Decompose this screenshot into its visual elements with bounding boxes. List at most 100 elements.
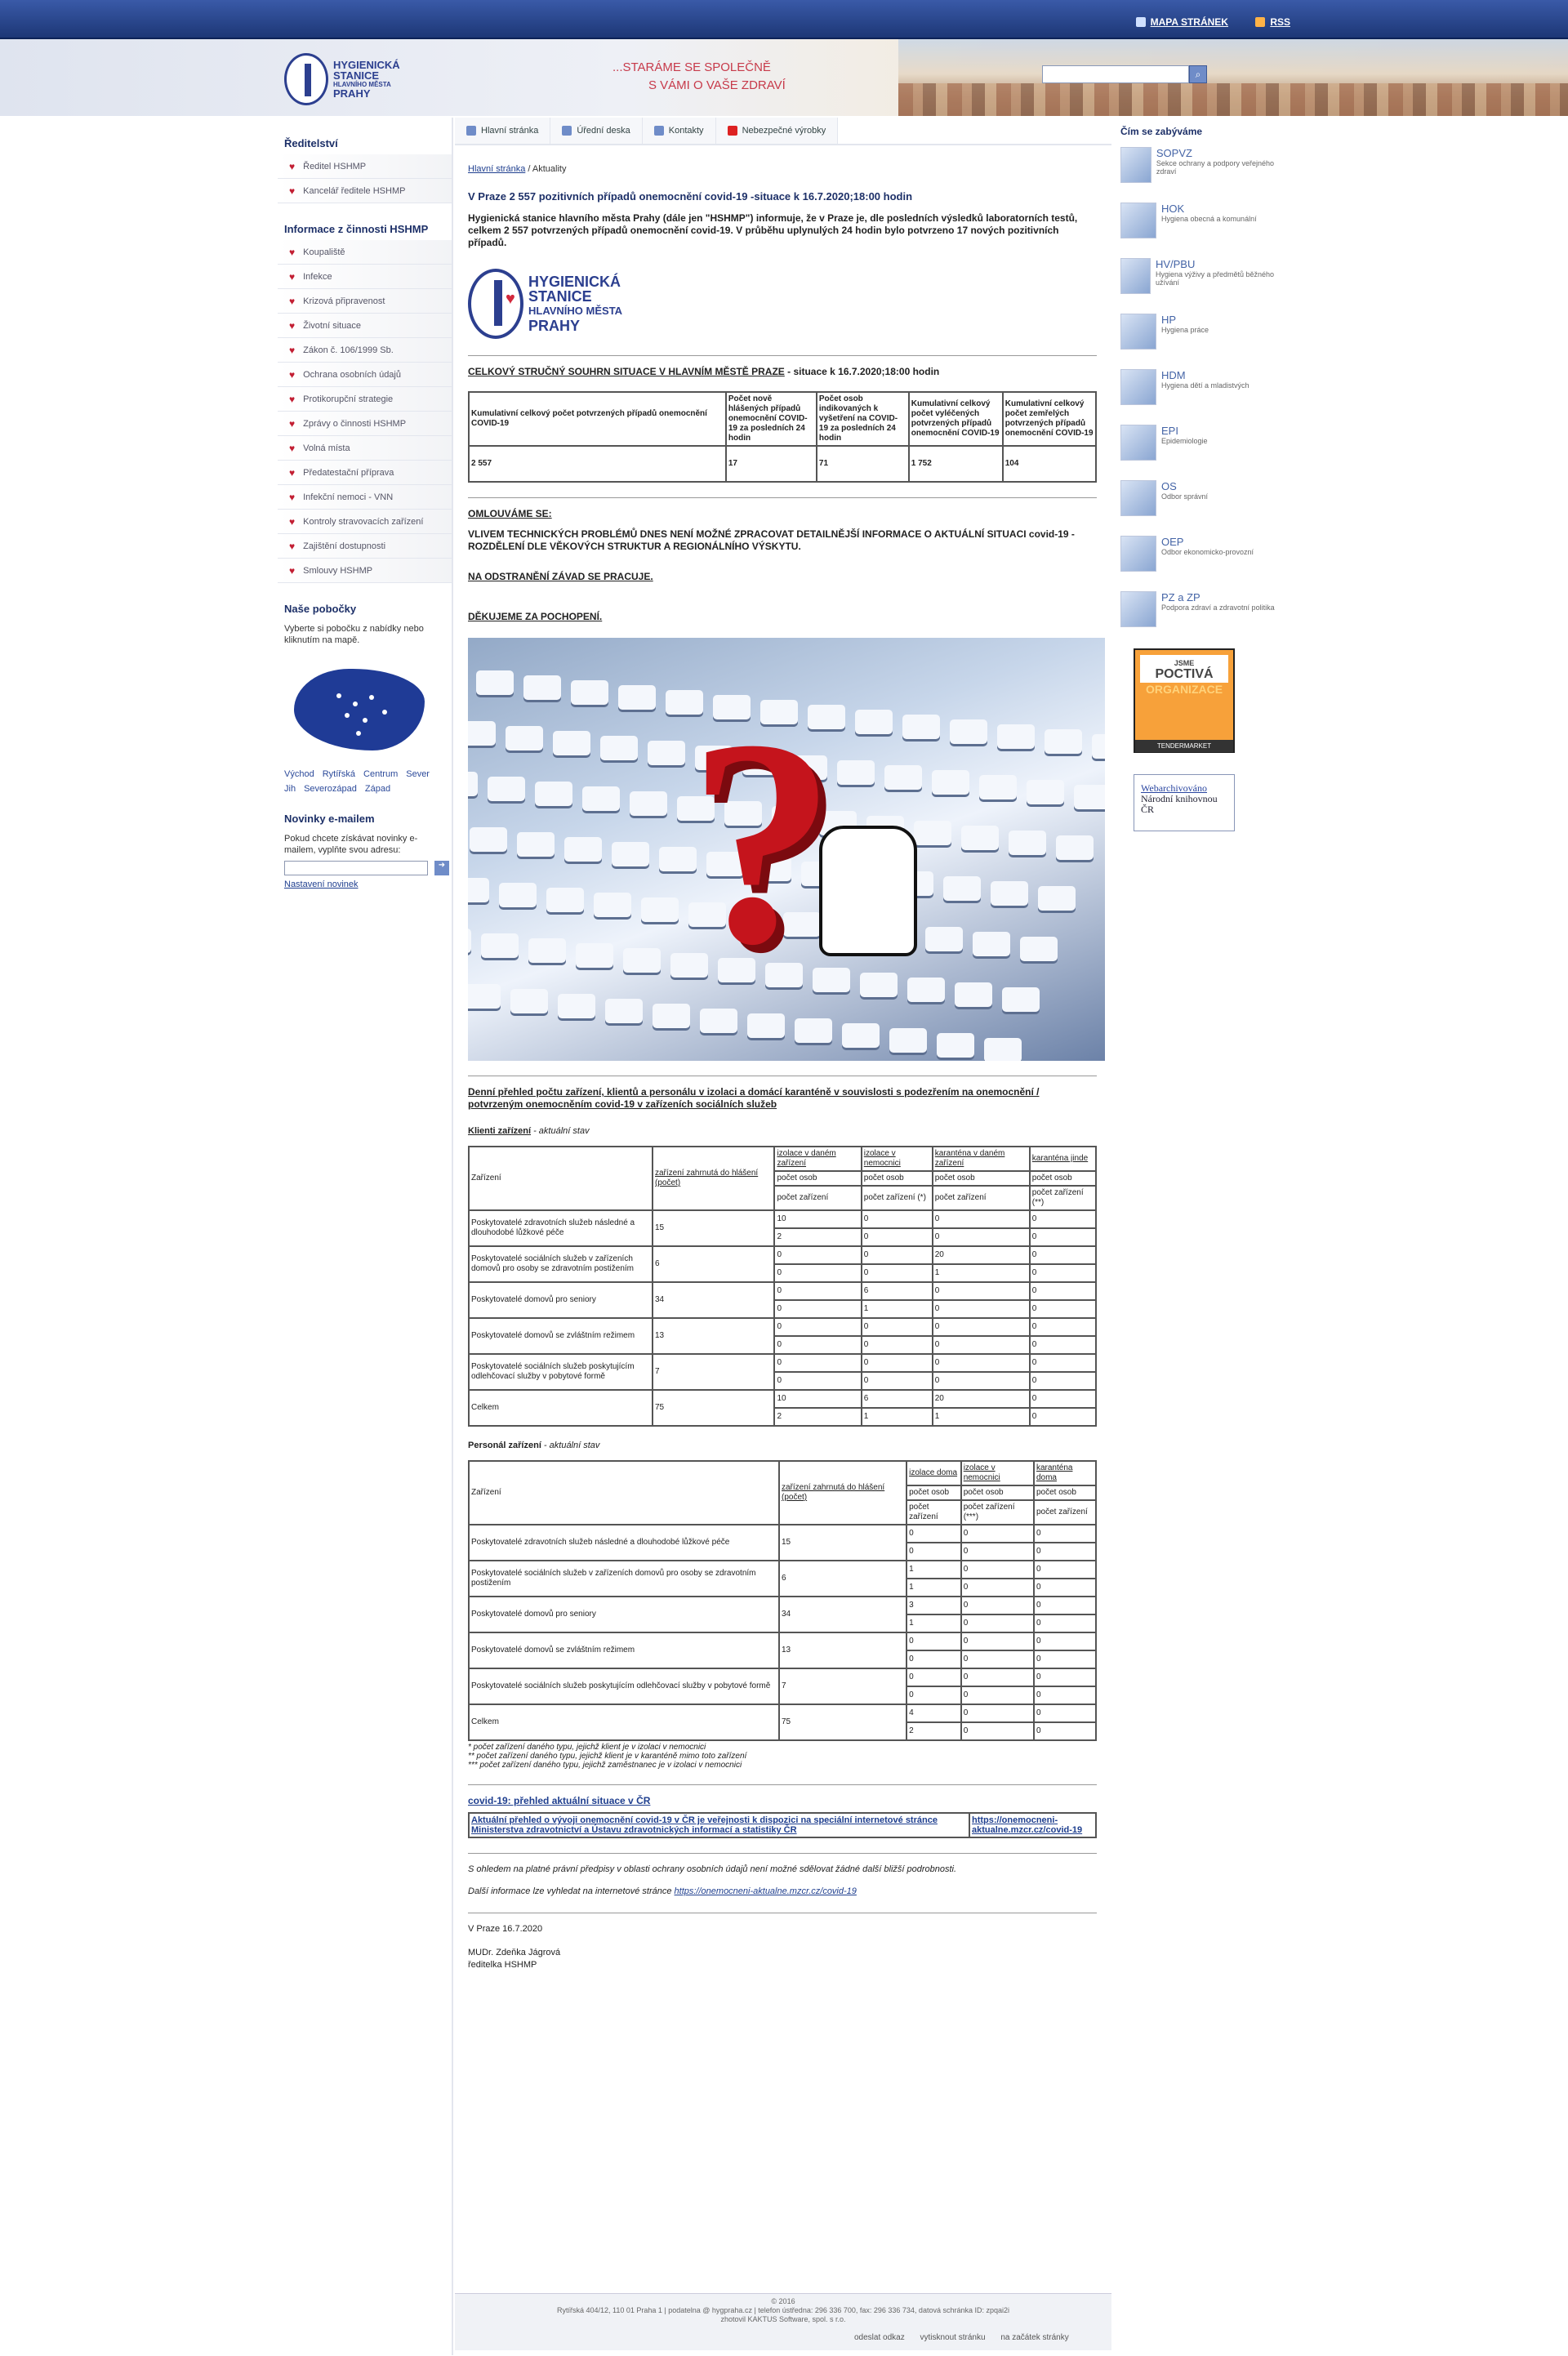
print-link[interactable]: vytisknout stránku <box>920 2333 986 2342</box>
sidebar-item[interactable]: ♥ Infekční nemoci - VNN <box>278 485 452 510</box>
sidebar-item[interactable]: ♥ Ochrana osobních údajů <box>278 363 452 387</box>
newsletter-email-input[interactable] <box>284 861 428 875</box>
overview-cell-url[interactable]: https://onemocneni-aktualne.mzcr.cz/covi… <box>969 1812 1097 1838</box>
department-item[interactable]: HV/PBU Hygiena výživy a předmětů běžného … <box>1112 255 1276 310</box>
divider <box>468 1853 1097 1854</box>
department-item[interactable]: PZ a ZP Podpora zdraví a zdravotní politi… <box>1112 588 1276 644</box>
table-cell: 0 <box>960 1614 1035 1633</box>
region-link[interactable]: Sever <box>406 769 430 779</box>
search-input[interactable] <box>1042 65 1189 83</box>
sidebar-item[interactable]: ♥ Kontroly stravovacích zařízení <box>278 510 452 534</box>
sitemap-link-wrap[interactable]: MAPA STRÁNEK <box>1135 16 1228 28</box>
branches-map[interactable] <box>287 661 428 762</box>
department-item[interactable]: EPI Epidemiologie <box>1112 421 1276 477</box>
sidebar-item[interactable]: ♥ Životní situace <box>278 314 452 338</box>
sidebar-item[interactable]: ♥ Krizová připravenost <box>278 289 452 314</box>
department-item[interactable]: HP Hygiena práce <box>1112 310 1276 366</box>
department-item[interactable]: HDM Hygiena dětí a mladistvých <box>1112 366 1276 421</box>
sidebar-item[interactable]: ♥ Zajištění dostupnosti <box>278 534 452 559</box>
send-link[interactable]: odeslat odkaz <box>854 2333 905 2342</box>
branch-dot[interactable] <box>363 718 368 723</box>
arrow-icon: ➜ <box>438 861 446 870</box>
clients-suffix: - aktuální stav <box>531 1126 590 1136</box>
sidebar-item[interactable]: ♥ Smlouvy HSHMP <box>278 559 452 583</box>
region-link[interactable]: Západ <box>365 784 390 794</box>
reditelstvi-heading: Ředitelství <box>284 137 338 149</box>
region-link[interactable]: Východ <box>284 769 314 779</box>
tab-official-board[interactable]: Úřední deska <box>550 118 643 144</box>
sidebar-item[interactable]: ♥ Ředitel HSHMP <box>278 154 452 179</box>
honest-organization-badge[interactable]: JSME POCTIVÁ ORGANIZACE TENDERMARKET <box>1134 648 1235 753</box>
overview-cell-link[interactable]: Aktuální přehled o vývoji onemocnění cov… <box>468 1812 970 1838</box>
table-cell: izolace v nemocnici <box>860 1146 933 1172</box>
table-cell: 0 <box>1032 1632 1098 1651</box>
sidebar-item[interactable]: ♥ Volná místa <box>278 436 452 461</box>
branch-dot[interactable] <box>382 710 387 715</box>
logo-line: PRAHY <box>333 87 371 100</box>
department-item[interactable]: OS Odbor správní <box>1112 477 1276 532</box>
site-logo[interactable]: HYGIENICKÁ STANICE HLAVNÍHO MĚSTA PRAHY <box>284 51 423 108</box>
table-cell: 0 <box>1028 1227 1098 1247</box>
search-button[interactable]: ⌕ <box>1189 65 1207 83</box>
sidebar-item[interactable]: ♥ Infekce <box>278 265 452 289</box>
tab-home[interactable]: Hlavní stránka <box>455 118 551 144</box>
table-cell: Poskytovatelé domovů pro seniory <box>468 1281 653 1319</box>
table-cell: 0 <box>931 1353 1031 1373</box>
region-link[interactable]: Rytířská <box>323 769 355 779</box>
table-cell: 0 <box>1032 1578 1098 1597</box>
sidebar-item[interactable]: ♥ Zákon č. 106/1999 Sb. <box>278 338 452 363</box>
table-cell: 20 <box>931 1389 1031 1409</box>
keyboard-key <box>1009 831 1046 855</box>
more-info-link[interactable]: https://onemocneni-aktualne.mzcr.cz/covi… <box>675 1886 857 1896</box>
branch-dot[interactable] <box>336 693 341 698</box>
region-link[interactable]: Severozápad <box>304 784 357 794</box>
table-row: Poskytovatelé domovů se zvláštním režime… <box>468 1632 1098 1669</box>
tab-dangerous-products[interactable]: Nebezpečné výrobky <box>715 118 839 144</box>
table-cell: 75 <box>651 1389 776 1427</box>
table-cell: 1 <box>906 1578 962 1597</box>
keyboard-key <box>468 984 501 1009</box>
branch-dot[interactable] <box>345 713 350 718</box>
sidebar-item[interactable]: ♥ Protikorupční strategie <box>278 387 452 412</box>
panorama-roofs <box>898 83 1568 116</box>
sidebar-item-label: Kontroly stravovacích zařízení <box>303 516 424 527</box>
sitemap-link[interactable]: MAPA STRÁNEK <box>1151 16 1228 28</box>
tab-contacts[interactable]: Kontakty <box>642 118 716 144</box>
article-logo: HYGIENICKÁ STANICE HLAVNÍHO MĚSTA PRAHY <box>468 267 1097 341</box>
table-cell: 6 <box>777 1560 908 1597</box>
branch-dot[interactable] <box>356 731 361 736</box>
department-item[interactable]: SOPVZ Sekce ochrany a podpory veřejného z… <box>1112 144 1276 199</box>
sidebar-item[interactable]: ♥ Předatestační příprava <box>278 461 452 485</box>
apology-notice: OMLOUVÁME SE: VLIVEM TECHNICKÝCH PROBLÉM… <box>468 508 1097 623</box>
top-link[interactable]: na začátek stránky <box>1000 2333 1068 2342</box>
rss-link[interactable]: RSS <box>1270 16 1290 28</box>
keyboard-key <box>600 736 638 760</box>
sidebar-item[interactable]: ♥ Kancelář ředitele HSHMP <box>278 179 452 203</box>
table-cell: 0 <box>773 1299 862 1319</box>
region-link[interactable]: Jih <box>284 784 296 794</box>
overview-link[interactable]: covid-19: přehled aktuální situace v ČR <box>468 1795 650 1806</box>
board-icon <box>562 126 572 136</box>
table-cell: 3 <box>906 1596 962 1615</box>
branch-dot[interactable] <box>369 695 374 700</box>
department-item[interactable]: HOK Hygiena obecná a komunální <box>1112 199 1276 255</box>
sidebar-item[interactable]: ♥ Koupaliště <box>278 240 452 265</box>
table-cell: Poskytovatelé domovů se zvláštním režime… <box>468 1632 780 1669</box>
webarchive-link[interactable]: Webarchivováno <box>1141 782 1207 794</box>
table-row: Poskytovatelé sociálních služeb poskytuj… <box>468 1668 1098 1705</box>
sidebar-item[interactable]: ♥ Zprávy o činnosti HSHMP <box>278 412 452 436</box>
newsletter-settings-link[interactable]: Nastavení novinek <box>284 880 359 889</box>
heart-icon: ♥ <box>289 442 296 454</box>
sidebar-item-label: Předatestační příprava <box>303 467 394 478</box>
department-item[interactable]: OEP Odbor ekonomicko-provozní <box>1112 532 1276 588</box>
region-link[interactable]: Centrum <box>363 769 398 779</box>
table-cell: 0 <box>1028 1407 1098 1427</box>
branch-dot[interactable] <box>353 701 358 706</box>
department-text: HV/PBU Hygiena výživy a předmětů běžného … <box>1156 258 1276 310</box>
table-cell: Poskytovatelé zdravotních služeb následn… <box>468 1524 780 1561</box>
newsletter-submit-button[interactable]: ➜ <box>434 861 449 875</box>
rss-link-wrap[interactable]: RSS <box>1255 16 1290 28</box>
summary-heading: CELKOVÝ STRUČNÝ SOUHRN SITUACE V HLAVNÍM… <box>468 366 1097 378</box>
tab-label: Hlavní stránka <box>481 126 539 136</box>
breadcrumb-home[interactable]: Hlavní stránka <box>468 164 525 174</box>
